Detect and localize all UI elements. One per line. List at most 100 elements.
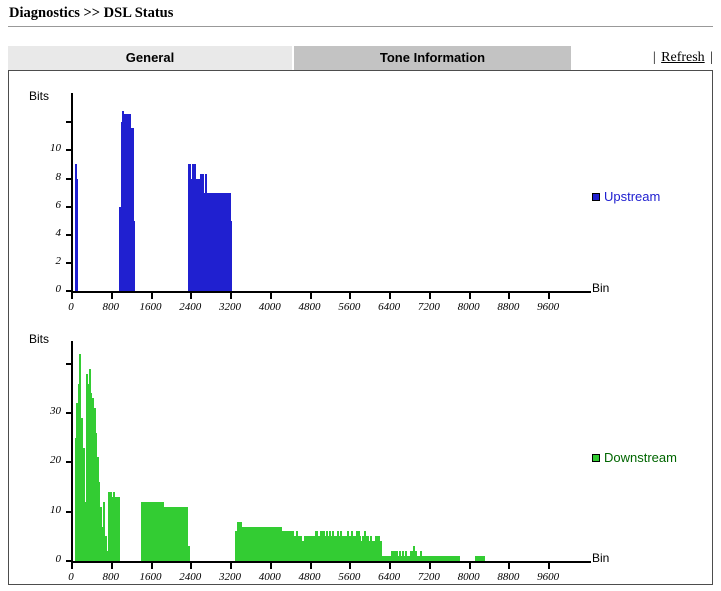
upstream-y-tick bbox=[66, 261, 72, 264]
upstream-x-tick bbox=[309, 293, 312, 299]
tab-tone-information-label: Tone Information bbox=[379, 50, 486, 65]
upstream-x-tick-label: 9600 bbox=[537, 301, 560, 313]
downstream-x-tick bbox=[190, 563, 193, 569]
upstream-x-tick bbox=[349, 293, 352, 299]
upstream-chart: Bits Bin 0 2 4 6 8 10 0 800 1600 2400 3200 4000 4800… bbox=[9, 71, 712, 319]
upstream-x-tick-label: 800 bbox=[102, 301, 120, 313]
downstream-x-tick bbox=[468, 563, 471, 569]
downstream-bars bbox=[73, 349, 570, 561]
upstream-x-axis bbox=[71, 291, 591, 293]
downstream-y-tick-label: 20 bbox=[50, 454, 61, 467]
upstream-x-tick bbox=[468, 293, 471, 299]
downstream-x-tick bbox=[508, 563, 511, 569]
downstream-legend-label: Downstream bbox=[604, 450, 677, 466]
downstream-chart: Bits Bin 0 10 20 30 0 800 1600 2400 3200 4000 4800… bbox=[9, 319, 712, 584]
downstream-y-tick-label: 30 bbox=[50, 405, 61, 418]
downstream-x-tick-label: 3200 bbox=[219, 571, 242, 583]
upstream-x-tick bbox=[190, 293, 193, 299]
bar bbox=[133, 220, 136, 291]
downstream-y-tick bbox=[66, 362, 72, 365]
upstream-legend-label: Upstream bbox=[604, 189, 661, 205]
downstream-x-tick bbox=[309, 563, 312, 569]
upstream-y-tick-label: 8 bbox=[55, 170, 62, 183]
bar bbox=[483, 556, 486, 561]
upstream-y-tick bbox=[66, 205, 72, 208]
downstream-x-tick bbox=[150, 563, 153, 569]
bar bbox=[230, 220, 233, 291]
downstream-x-tick-label: 1600 bbox=[139, 571, 162, 583]
tab-general-label: General bbox=[125, 50, 175, 65]
upstream-y-tick bbox=[66, 177, 72, 180]
upstream-x-tick-label: 2400 bbox=[179, 301, 202, 313]
upstream-x-tick-label: 3200 bbox=[219, 301, 242, 313]
upstream-x-tick-label: 8000 bbox=[457, 301, 480, 313]
downstream-x-tick bbox=[389, 563, 392, 569]
tab-tone-information[interactable]: Tone Information bbox=[294, 46, 571, 70]
upstream-y-tick bbox=[66, 233, 72, 236]
breadcrumb: Diagnostics >> DSL Status bbox=[9, 5, 174, 21]
tab-general[interactable]: General bbox=[8, 46, 293, 70]
upstream-bars bbox=[73, 111, 570, 291]
tab-bar: General Tone Information | Refresh | bbox=[8, 46, 713, 70]
downstream-y-tick-label: 0 bbox=[55, 553, 62, 565]
upstream-x-tick-label: 8800 bbox=[497, 301, 520, 313]
downstream-x-tick-label: 4800 bbox=[298, 571, 321, 583]
upstream-y-tick-label: 0 bbox=[55, 283, 62, 295]
upstream-x-tick-label: 0 bbox=[68, 301, 74, 313]
bar bbox=[76, 178, 79, 291]
upstream-x-tick-label: 4800 bbox=[298, 301, 321, 313]
upstream-y-tick bbox=[66, 121, 72, 124]
upstream-x-tick bbox=[269, 293, 272, 299]
downstream-x-tick-label: 5600 bbox=[338, 571, 361, 583]
downstream-x-tick bbox=[548, 563, 551, 569]
refresh-link[interactable]: Refresh bbox=[659, 50, 707, 65]
upstream-x-tick-label: 1600 bbox=[139, 301, 162, 313]
upstream-x-tick bbox=[230, 293, 233, 299]
downstream-x-tick-label: 4000 bbox=[258, 571, 281, 583]
upstream-x-tick bbox=[110, 293, 113, 299]
separator-left: | bbox=[652, 50, 656, 65]
upstream-x-tick-label: 6400 bbox=[378, 301, 401, 313]
downstream-y-tick bbox=[66, 412, 72, 415]
upstream-x-tick bbox=[548, 293, 551, 299]
downstream-x-tick-label: 8000 bbox=[457, 571, 480, 583]
upstream-y-tick-label: 4 bbox=[55, 226, 62, 239]
downstream-legend-swatch bbox=[592, 453, 600, 462]
upstream-x-tick bbox=[150, 293, 153, 299]
downstream-x-tick bbox=[71, 563, 73, 569]
downstream-x-tick-label: 8800 bbox=[497, 571, 520, 583]
downstream-x-tick-label: 9600 bbox=[537, 571, 560, 583]
upstream-legend: Upstream bbox=[592, 188, 660, 204]
upstream-x-tick-label: 4000 bbox=[258, 301, 281, 313]
downstream-x-tick bbox=[349, 563, 352, 569]
upstream-x-tick bbox=[389, 293, 392, 299]
upstream-x-axis-label: Bin bbox=[592, 281, 610, 295]
bar bbox=[187, 546, 190, 561]
upstream-x-tick bbox=[508, 293, 511, 299]
upstream-legend-swatch bbox=[592, 192, 600, 201]
upstream-y-tick bbox=[66, 290, 72, 292]
downstream-plot-area: 0 10 20 30 0 800 1600 2400 3200 4000 4800 5600 6400 7… bbox=[50, 341, 591, 583]
downstream-x-tick bbox=[269, 563, 272, 569]
upstream-x-tick-label: 5600 bbox=[338, 301, 361, 313]
downstream-y-tick bbox=[66, 510, 72, 513]
header-divider bbox=[8, 26, 713, 27]
upstream-x-tick bbox=[428, 293, 431, 299]
downstream-y-tick-label: 10 bbox=[50, 503, 61, 516]
upstream-y-tick-label: 10 bbox=[50, 142, 61, 155]
upstream-y-tick bbox=[66, 149, 72, 152]
upstream-x-tick-label: 7200 bbox=[417, 301, 440, 313]
separator-right: | bbox=[710, 50, 713, 65]
downstream-x-axis bbox=[71, 561, 591, 563]
downstream-x-tick bbox=[110, 563, 113, 569]
downstream-y-axis-label: Bits bbox=[29, 332, 50, 346]
downstream-x-tick-label: 800 bbox=[102, 571, 120, 583]
downstream-x-tick-label: 7200 bbox=[417, 571, 440, 583]
upstream-y-axis-label: Bits bbox=[29, 89, 50, 103]
bar bbox=[117, 496, 120, 561]
downstream-x-tick-label: 6400 bbox=[378, 571, 401, 583]
downstream-x-tick-label: 2400 bbox=[179, 571, 202, 583]
downstream-x-tick bbox=[230, 563, 233, 569]
bar bbox=[457, 556, 460, 561]
upstream-y-tick-label: 2 bbox=[55, 254, 62, 267]
